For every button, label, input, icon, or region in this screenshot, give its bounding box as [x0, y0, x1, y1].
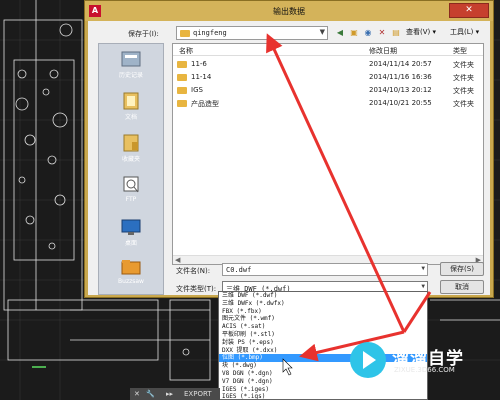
- dialog-titlebar[interactable]: A 输出数据 ✕: [85, 1, 493, 21]
- place-ftp[interactable]: FTP: [99, 176, 163, 203]
- play-logo-icon: [350, 342, 386, 378]
- file-row[interactable]: 11-14 2014/11/16 16:36 文件夹: [173, 71, 483, 84]
- close-icon[interactable]: ✕: [134, 388, 140, 400]
- file-date: 2014/10/13 20:12: [369, 86, 432, 94]
- column-modified[interactable]: 修改日期: [369, 46, 397, 56]
- save-in-value: qingfeng: [193, 29, 227, 37]
- filetype-option[interactable]: 平板印刷 (*.stl): [219, 331, 427, 339]
- folder-icon: [177, 61, 187, 68]
- file-row[interactable]: 11-6 2014/11/14 20:57 文件夹: [173, 58, 483, 71]
- filename-value: C0.dwf: [226, 266, 252, 274]
- tools-label: 工具(L): [450, 28, 474, 36]
- folder-icon: [177, 100, 187, 107]
- place-label: FTP: [125, 196, 137, 203]
- export-data-dialog: A 输出数据 ✕ 保存于(I): qingfeng ▼ ◀ ▣ ◉ ✕ ▤ 查看…: [84, 0, 494, 298]
- place-label: 收藏夹: [121, 156, 140, 163]
- file-list[interactable]: 名称 修改日期 类型 11-6 2014/11/14 20:57 文件夹 11-…: [172, 43, 484, 265]
- command-bar[interactable]: ✕ 🔧 ▸▸ EXPORT: [130, 388, 220, 400]
- favorites-icon: [123, 134, 139, 152]
- filetype-option[interactable]: 图元文件 (*.wmf): [219, 315, 427, 323]
- command-text: EXPORT: [184, 390, 212, 398]
- save-in-dropdown[interactable]: qingfeng ▼: [176, 26, 328, 40]
- filetype-label: 文件类型(T):: [176, 285, 217, 293]
- file-type: 文件夹: [453, 100, 474, 108]
- place-favorites[interactable]: 收藏夹: [99, 134, 163, 163]
- watermark: 溜溜自学 ZIXUE.3D66.COM: [350, 342, 500, 382]
- save-in-label: 保存于(I):: [128, 30, 159, 38]
- desktop-icon: [121, 219, 141, 235]
- column-name[interactable]: 名称: [179, 46, 193, 56]
- folder-icon: [177, 87, 187, 94]
- wrench-icon[interactable]: 🔧: [146, 388, 155, 400]
- file-type: 文件夹: [453, 74, 474, 82]
- file-name: 11-6: [191, 60, 207, 68]
- documents-icon: [123, 92, 139, 110]
- back-icon[interactable]: ◀: [334, 26, 346, 39]
- place-documents[interactable]: 文档: [99, 92, 163, 121]
- filetype-option[interactable]: IGES (*.igs): [219, 393, 427, 399]
- place-desktop[interactable]: 桌面: [99, 218, 163, 247]
- scroll-left-icon[interactable]: ◀: [175, 256, 180, 264]
- watermark-url: ZIXUE.3D66.COM: [394, 366, 455, 374]
- places-bar: 历史记录 文档 收藏夹 FTP 桌面 Buzzsaw: [98, 43, 164, 295]
- file-type: 文件夹: [453, 87, 474, 95]
- file-name: 产品造型: [191, 100, 219, 108]
- file-type: 文件夹: [453, 61, 474, 69]
- delete-icon[interactable]: ✕: [376, 26, 388, 39]
- file-date: 2014/10/21 20:55: [369, 99, 432, 107]
- tools-menu[interactable]: 工具(L) ▾: [450, 27, 479, 37]
- folder-icon: [177, 74, 187, 81]
- filetype-option[interactable]: ACIS (*.sat): [219, 323, 427, 331]
- file-name: 11-14: [191, 73, 212, 81]
- views-menu[interactable]: 查看(V) ▾: [406, 27, 436, 37]
- filename-label: 文件名(N):: [176, 267, 211, 275]
- file-list-header: 名称 修改日期 类型: [173, 44, 483, 56]
- up-folder-icon[interactable]: ▣: [348, 26, 360, 39]
- filetype-option[interactable]: IGES (*.iges): [219, 386, 427, 394]
- search-web-icon[interactable]: ◉: [362, 26, 374, 39]
- cancel-button[interactable]: 取消: [440, 280, 484, 294]
- history-icon: [121, 51, 141, 67]
- dialog-body: 保存于(I): qingfeng ▼ ◀ ▣ ◉ ✕ ▤ 查看(V) ▾ 工具(…: [88, 21, 490, 295]
- views-label: 查看(V): [406, 28, 431, 36]
- chevron-down-icon[interactable]: ▼: [320, 28, 325, 36]
- close-button[interactable]: ✕: [449, 3, 489, 18]
- file-date: 2014/11/14 20:57: [369, 60, 432, 68]
- file-row[interactable]: IGS 2014/10/13 20:12 文件夹: [173, 84, 483, 97]
- ftp-icon: [123, 176, 139, 193]
- file-name: IGS: [191, 86, 203, 94]
- chevron-right-icon: ▸▸: [166, 390, 174, 398]
- place-label: 文档: [124, 114, 137, 121]
- place-label: Buzzsaw: [118, 278, 144, 285]
- file-date: 2014/11/16 16:36: [369, 73, 432, 81]
- filename-input[interactable]: C0.dwf ▼: [222, 263, 428, 276]
- filetype-option[interactable]: 三维 DWF (*.dwf): [219, 292, 427, 300]
- new-folder-icon[interactable]: ▤: [390, 26, 402, 39]
- filetype-option[interactable]: 三维 DWFx (*.dwfx): [219, 300, 427, 308]
- chevron-down-icon[interactable]: ▼: [421, 283, 425, 290]
- place-label: 历史记录: [118, 72, 143, 79]
- place-history[interactable]: 历史记录: [99, 50, 163, 79]
- place-label: 桌面: [124, 240, 137, 247]
- file-row[interactable]: 产品造型 2014/10/21 20:55 文件夹: [173, 97, 483, 110]
- save-button[interactable]: 保存(S): [440, 262, 484, 276]
- folder-icon: [180, 30, 190, 37]
- dialog-title: 输出数据: [273, 7, 305, 16]
- place-buzzsaw[interactable]: Buzzsaw: [99, 258, 163, 285]
- column-type[interactable]: 类型: [453, 46, 467, 56]
- buzzsaw-icon: [121, 260, 141, 275]
- chevron-down-icon[interactable]: ▼: [421, 265, 425, 272]
